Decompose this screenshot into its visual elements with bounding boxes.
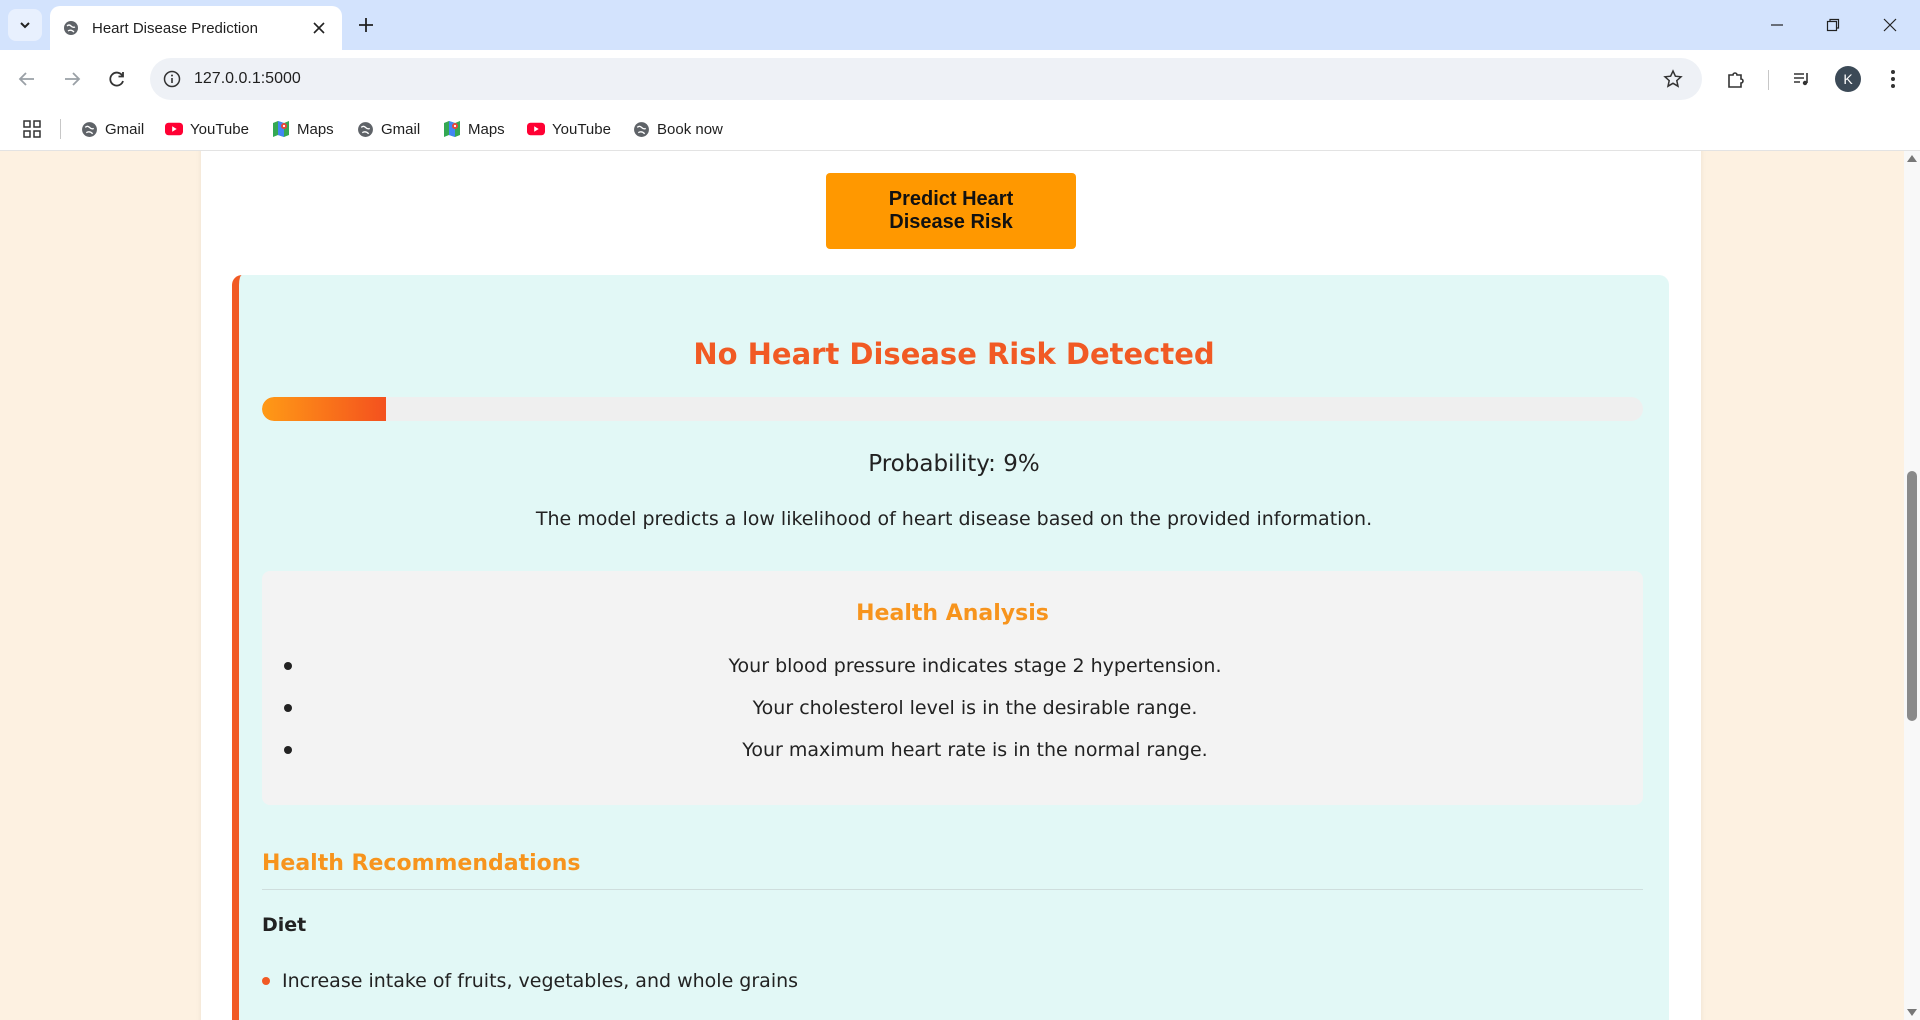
maps-icon <box>443 120 461 138</box>
bookmark-maps-2[interactable]: Maps <box>443 116 505 142</box>
browser-menu-button[interactable] <box>1876 62 1910 96</box>
arrow-left-icon <box>18 72 34 86</box>
diet-heading: Diet <box>262 914 307 936</box>
youtube-icon <box>527 120 545 138</box>
globe-icon <box>632 120 650 138</box>
bookmark-label: Maps <box>468 120 505 138</box>
scroll-down-icon[interactable] <box>1907 1009 1917 1016</box>
probability-bar <box>262 397 1643 421</box>
bookmark-youtube-2[interactable]: YouTube <box>527 116 611 142</box>
globe-icon <box>62 19 80 37</box>
chevron-down-icon <box>20 22 30 29</box>
page-viewport: Predict Heart Disease Risk No Heart Dise… <box>0 151 1904 1020</box>
bullet-icon <box>284 746 292 754</box>
maps-icon <box>272 120 290 138</box>
list-item: Increase intake of fruits, vegetables, a… <box>262 970 798 992</box>
list-item: Your cholesterol level is in the desirab… <box>262 695 1643 737</box>
address-bar[interactable]: 127.0.0.1:5000 <box>150 58 1702 100</box>
result-description: The model predicts a low likelihood of h… <box>535 508 1373 530</box>
restore-button[interactable] <box>1813 10 1853 40</box>
close-window-button[interactable] <box>1870 10 1910 40</box>
predict-button[interactable]: Predict Heart Disease Risk <box>826 173 1076 249</box>
globe-icon <box>356 120 374 138</box>
youtube-icon <box>165 120 183 138</box>
globe-icon <box>80 120 98 138</box>
tab-strip: Heart Disease Prediction <box>0 0 1920 50</box>
recommendations-divider <box>262 889 1643 890</box>
bookmark-youtube[interactable]: YouTube <box>165 116 249 142</box>
bookmarks-bar: Gmail YouTube Maps Gmail Maps YouTube Bo… <box>0 107 1920 151</box>
bookmark-maps[interactable]: Maps <box>272 116 334 142</box>
toolbar-divider <box>1768 70 1769 90</box>
back-button[interactable] <box>10 62 44 96</box>
page-scrollbar[interactable] <box>1904 151 1920 1020</box>
bookmark-label: Book now <box>657 120 723 138</box>
bookmark-gmail[interactable]: Gmail <box>80 116 144 142</box>
bullet-icon <box>284 704 292 712</box>
restore-icon <box>1826 18 1840 32</box>
media-queue-icon <box>1794 73 1808 86</box>
minimize-button[interactable] <box>1757 10 1797 40</box>
apps-grid-icon[interactable] <box>20 118 44 140</box>
reload-icon <box>109 71 124 87</box>
more-vert-icon <box>1891 70 1895 88</box>
puzzle-icon <box>1728 72 1744 88</box>
new-tab-button[interactable] <box>352 11 380 39</box>
analysis-title: Health Analysis <box>856 601 1049 626</box>
diet-item-text: Increase intake of fruits, vegetables, a… <box>282 970 799 992</box>
result-title: No Heart Disease Risk Detected <box>693 337 1215 371</box>
scroll-up-icon[interactable] <box>1907 155 1917 162</box>
result-card: No Heart Disease Risk Detected Probabili… <box>232 275 1669 1020</box>
scrollbar-thumb[interactable] <box>1907 471 1917 721</box>
bookmark-label: Maps <box>297 120 334 138</box>
bookmark-label: Gmail <box>105 120 145 138</box>
list-item: Your maximum heart rate is in the normal… <box>262 737 1643 779</box>
probability-bar-fill <box>262 397 387 421</box>
minimize-icon <box>1771 24 1783 26</box>
media-controls-button[interactable] <box>1785 62 1819 96</box>
reload-button[interactable] <box>100 62 134 96</box>
active-tab[interactable]: Heart Disease Prediction <box>50 6 342 50</box>
bookmark-gmail-2[interactable]: Gmail <box>356 116 420 142</box>
analysis-list: Your blood pressure indicates stage 2 hy… <box>262 653 1643 779</box>
bookmark-label: YouTube <box>552 120 611 138</box>
tab-search-button[interactable] <box>8 9 42 41</box>
probability-text: Probability: 9% <box>868 451 1040 477</box>
recommendations-title: Health Recommendations <box>262 851 581 876</box>
bullet-icon <box>262 977 270 985</box>
plus-icon <box>359 18 373 32</box>
bullet-icon <box>284 662 292 670</box>
analysis-item-text: Your blood pressure indicates stage 2 hy… <box>728 655 1222 677</box>
analysis-item-text: Your maximum heart rate is in the normal… <box>742 739 1208 761</box>
health-analysis-box: Health Analysis Your blood pressure indi… <box>262 571 1643 805</box>
bookmark-star-icon[interactable] <box>1662 68 1684 90</box>
extensions-button[interactable] <box>1719 62 1753 96</box>
browser-toolbar: 127.0.0.1:5000 K <box>0 50 1920 107</box>
bookmarks-divider <box>60 119 61 139</box>
profile-button[interactable]: K <box>1831 62 1865 96</box>
tab-title: Heart Disease Prediction <box>92 19 258 37</box>
arrow-right-icon <box>65 72 81 86</box>
forward-button[interactable] <box>55 62 89 96</box>
site-info-icon[interactable] <box>150 58 194 100</box>
avatar: K <box>1835 66 1861 92</box>
url-text[interactable]: 127.0.0.1:5000 <box>194 70 301 88</box>
analysis-item-text: Your cholesterol level is in the desirab… <box>752 697 1198 719</box>
close-icon <box>1883 18 1897 32</box>
bookmark-book-now[interactable]: Book now <box>632 116 723 142</box>
bookmark-label: YouTube <box>190 120 249 138</box>
close-tab-icon[interactable] <box>308 17 330 39</box>
list-item: Your blood pressure indicates stage 2 hy… <box>262 653 1643 695</box>
bookmark-label: Gmail <box>381 120 421 138</box>
